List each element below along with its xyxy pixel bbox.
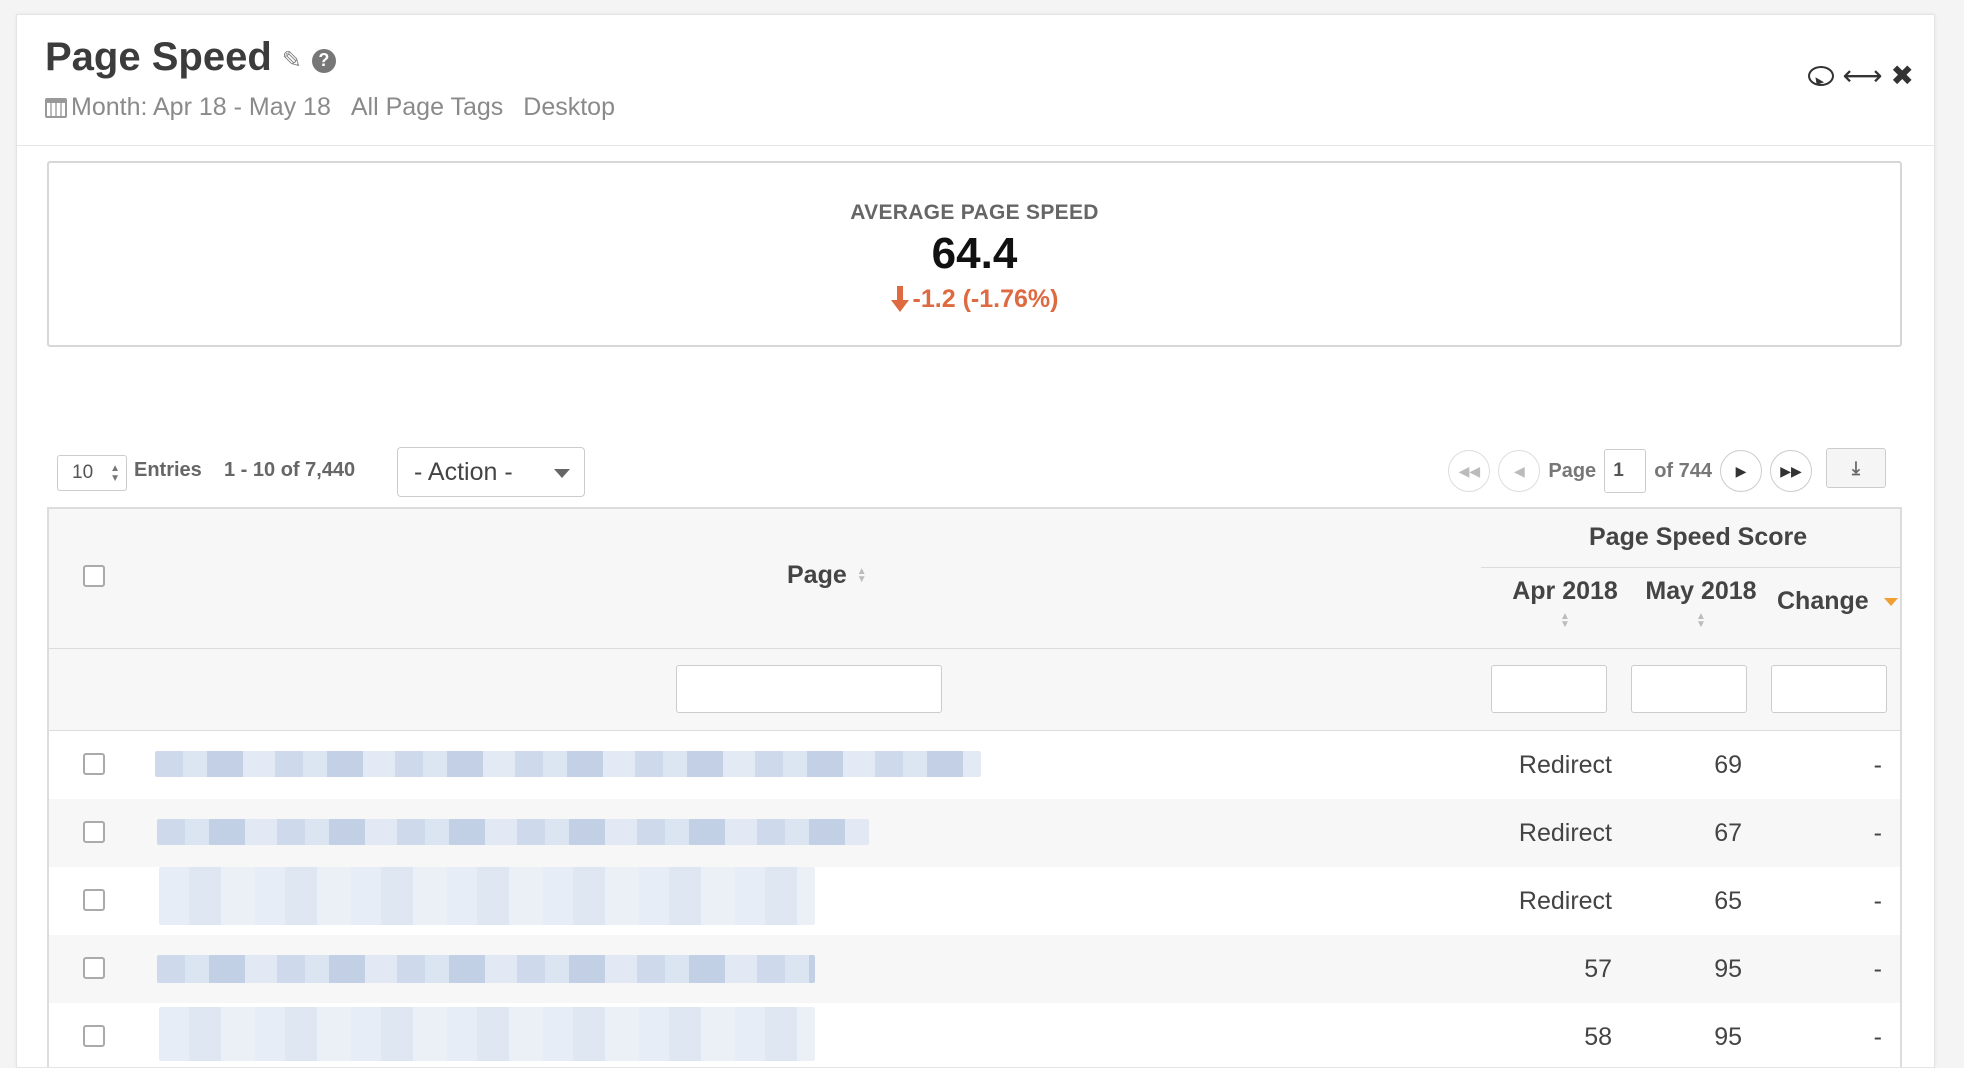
average-value: 64.4 [931, 229, 1018, 278]
change-value: - [1873, 1023, 1882, 1051]
table-row: 58 95 - [49, 1003, 1900, 1067]
calendar-icon [45, 97, 67, 118]
page-title: Page Speed [45, 35, 272, 79]
arrow-down-icon [890, 285, 909, 314]
page-number-input[interactable]: 1 [1604, 449, 1647, 493]
pencil-icon[interactable]: ✎ [282, 46, 302, 75]
last-page-button[interactable]: ▶▶ [1770, 450, 1812, 492]
apr-value: 57 [1584, 955, 1612, 983]
redacted-page-url[interactable] [159, 1007, 815, 1061]
column-apr-label: Apr 2018 [1512, 577, 1618, 605]
previous-page-button[interactable]: ◀ [1498, 450, 1541, 492]
may-value: 95 [1714, 1023, 1742, 1051]
date-range-filter[interactable]: Month: Apr 18 - May 18 [45, 93, 331, 122]
spinner-icon: ▲ ▼ [110, 463, 120, 484]
may-value: 67 [1714, 819, 1742, 847]
redacted-page-url[interactable] [159, 867, 815, 925]
apr-value: Redirect [1518, 887, 1612, 915]
row-checkbox[interactable] [83, 753, 105, 775]
sort-icon: ▲ ▼ [856, 566, 867, 586]
group-divider [1481, 567, 1901, 568]
widget-filters: Month: Apr 18 - May 18 All Page Tags Des… [45, 93, 615, 122]
column-change[interactable]: Change [1777, 587, 1898, 616]
range-label: 1 - 10 of 7,440 [224, 459, 356, 481]
page-speed-table: Page ▲ ▼ Page Speed Score Apr 2018 ▲ ▼ May 2… [47, 507, 1902, 1067]
window-controls: ⟷ ✖ [1808, 59, 1914, 92]
row-checkbox[interactable] [83, 821, 105, 843]
table-controls: 10 ▲ ▼ Entries 1 - 10 of 7,440 - Action -… [17, 445, 1934, 497]
change-value: - [1873, 955, 1882, 983]
redacted-page-url[interactable] [157, 955, 815, 983]
entries-value: 10 [72, 462, 94, 483]
table-row: Redirect 65 - [49, 867, 1900, 935]
row-checkbox[interactable] [83, 957, 105, 979]
table-row: 57 95 - [49, 935, 1900, 1003]
change-value: - [1873, 819, 1882, 847]
first-page-button[interactable]: ◀◀ [1448, 450, 1491, 492]
close-icon[interactable]: ✖ [1891, 59, 1914, 92]
apr-value: 58 [1584, 1023, 1612, 1051]
sort-icon: ▲ ▼ [1560, 611, 1570, 631]
filter-row [49, 649, 1900, 731]
column-group-page-speed-score: Page Speed Score [1589, 523, 1808, 551]
page-filter-input[interactable] [676, 665, 942, 713]
page-label: Page [1548, 459, 1597, 482]
widget-title-row: Page Speed ✎ ? [45, 35, 336, 80]
average-page-speed-card: AVERAGE PAGE SPEED 64.4 -1.2 (-1.76%) [47, 161, 1902, 347]
redacted-page-url[interactable] [155, 751, 981, 777]
resize-icon[interactable]: ⟷ [1842, 59, 1882, 92]
comment-icon[interactable] [1808, 65, 1835, 86]
sort-icon: ▲ ▼ [1696, 611, 1706, 631]
average-label: AVERAGE PAGE SPEED [850, 201, 1099, 224]
table-header: Page ▲ ▼ Page Speed Score Apr 2018 ▲ ▼ May 2… [49, 509, 1901, 649]
column-page-label: Page [787, 561, 847, 589]
download-icon[interactable]: ⤓ [1826, 448, 1886, 488]
action-label: - Action - [414, 457, 513, 486]
row-checkbox[interactable] [83, 1025, 105, 1047]
may-value: 65 [1714, 887, 1742, 915]
average-change: -1.2 (-1.76%) [49, 285, 1900, 314]
column-page[interactable]: Page ▲ ▼ [787, 561, 867, 590]
date-range-label: Month: Apr 18 - May 18 [71, 93, 331, 121]
entries-label: Entries [134, 459, 202, 481]
change-filter-input[interactable] [1771, 665, 1887, 713]
change-value: - [1873, 751, 1882, 779]
apr-filter-input[interactable] [1491, 665, 1607, 713]
apr-value: Redirect [1518, 751, 1612, 779]
column-change-label: Change [1777, 587, 1869, 615]
row-checkbox[interactable] [83, 889, 105, 911]
page-tags-filter[interactable]: All Page Tags [351, 93, 503, 122]
page-total: of 744 [1654, 459, 1712, 482]
average-change-text: -1.2 (-1.76%) [912, 285, 1059, 313]
widget-header: Page Speed ✎ ? Month: Apr 18 - May 18 Al… [17, 15, 1934, 146]
column-may-label: May 2018 [1645, 577, 1757, 605]
column-apr-2018[interactable]: Apr 2018 ▲ ▼ [1501, 577, 1629, 635]
page-speed-widget: Page Speed ✎ ? Month: Apr 18 - May 18 Al… [16, 14, 1935, 1068]
next-page-button[interactable]: ▶ [1720, 450, 1762, 492]
chevron-down-icon [554, 469, 570, 478]
device-filter[interactable]: Desktop [523, 93, 615, 122]
table-row: Redirect 69 - [49, 731, 1900, 799]
column-may-2018[interactable]: May 2018 ▲ ▼ [1637, 577, 1765, 635]
table-row: Redirect 67 - [49, 799, 1900, 867]
change-value: - [1873, 887, 1882, 915]
help-icon[interactable]: ? [311, 48, 336, 73]
select-all-checkbox[interactable] [83, 565, 105, 587]
action-dropdown[interactable]: - Action - [397, 447, 585, 497]
pagination: ◀◀ ◀ Page 1 of 744 ▶ ▶▶ ⤓ [1448, 445, 1886, 497]
sort-desc-icon [1883, 598, 1898, 607]
apr-value: Redirect [1518, 819, 1612, 847]
redacted-page-url[interactable] [157, 819, 869, 845]
may-value: 95 [1714, 955, 1742, 983]
may-value: 69 [1714, 751, 1742, 779]
may-filter-input[interactable] [1631, 665, 1747, 713]
entries-select[interactable]: 10 ▲ ▼ [57, 455, 127, 491]
